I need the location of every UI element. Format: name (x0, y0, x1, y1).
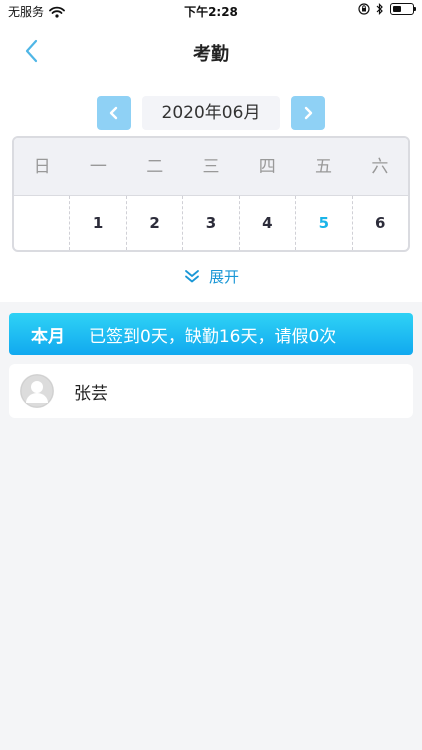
next-month-button[interactable] (291, 96, 325, 130)
avatar (20, 374, 54, 408)
month-nav: 2020年06月 (0, 96, 422, 130)
employee-name: 张芸 (74, 383, 108, 404)
weekday-label: 一 (89, 157, 107, 177)
employee-card[interactable]: 张芸 (9, 364, 413, 418)
bluetooth-icon (376, 3, 383, 15)
person-icon (20, 374, 54, 408)
chevron-left-icon (109, 106, 118, 120)
double-chevron-down-icon (185, 270, 199, 283)
weekday-label: 六 (371, 157, 389, 177)
weekday-header: 日 一 二 三 四 五 六 (14, 138, 408, 196)
day-cell-today[interactable]: 5 (295, 196, 351, 250)
week-row: 1 2 3 4 5 6 (14, 196, 408, 250)
summary-text: 已签到0天，缺勤16天，请假0次 (89, 326, 337, 347)
weekday-label: 日 (33, 157, 51, 177)
weekday-label: 四 (258, 157, 276, 177)
expand-label: 展开 (208, 267, 239, 286)
day-cell[interactable]: 1 (69, 196, 125, 250)
monthly-summary-bar: 本月 已签到0天，缺勤16天，请假0次 (9, 313, 413, 355)
weekday-label: 五 (315, 157, 333, 177)
day-cell[interactable]: 6 (351, 196, 408, 250)
status-right (358, 3, 416, 15)
orientation-lock-icon (358, 3, 370, 15)
day-cell[interactable]: 3 (182, 196, 238, 250)
day-cell[interactable]: 2 (125, 196, 182, 250)
expand-toggle[interactable]: 展开 (0, 265, 422, 287)
month-label[interactable]: 2020年06月 (142, 96, 280, 130)
nav-bar: 考勤 (0, 22, 422, 82)
calendar: 日 一 二 三 四 五 六 1 2 3 4 5 6 (12, 136, 410, 252)
day-cell[interactable]: 4 (238, 196, 295, 250)
status-bar: 无服务 下午2:28 (0, 0, 422, 22)
prev-month-button[interactable] (97, 96, 131, 130)
summary-label: 本月 (31, 326, 65, 347)
weekday-label: 二 (146, 157, 164, 177)
weekday-label: 三 (202, 157, 220, 177)
page-title: 考勤 (193, 44, 229, 65)
battery-icon (390, 3, 416, 15)
chevron-right-icon (304, 106, 313, 120)
day-cell-empty (14, 196, 69, 250)
